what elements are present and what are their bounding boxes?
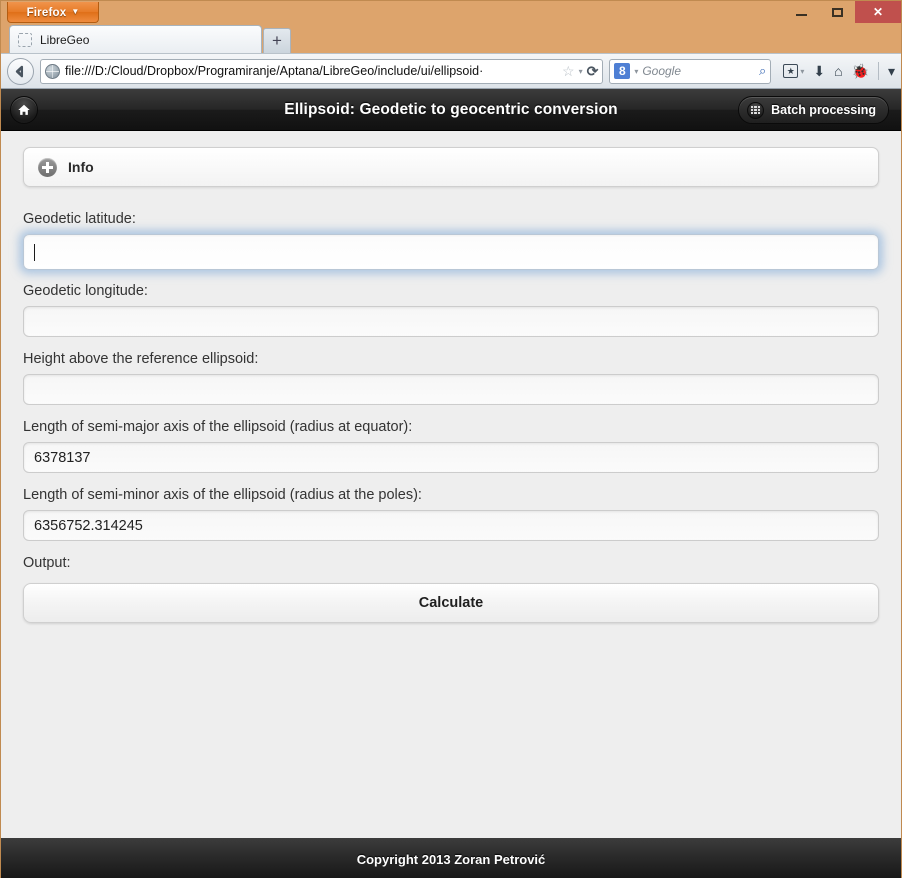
addon-button[interactable]: 🐞 [852, 63, 869, 80]
grid-dots-icon [747, 101, 765, 119]
minimize-button[interactable] [783, 1, 819, 23]
firefox-menu-label: Firefox [26, 7, 67, 19]
label-output: Output: [23, 555, 71, 571]
back-arrow-icon [15, 65, 24, 77]
chevron-down-icon: ▼ [71, 7, 80, 16]
home-icon [18, 104, 30, 115]
title-bar: Firefox ▼ ✕ [1, 1, 901, 23]
search-input[interactable]: Google [642, 64, 755, 78]
app-footer: Copyright 2013 Zoran Petrović [1, 838, 901, 878]
calculate-button-label: Calculate [418, 595, 484, 611]
search-engine-chevron-icon[interactable]: ▾ [634, 67, 638, 76]
chevron-down-icon: ▾ [800, 66, 805, 76]
new-tab-button[interactable]: + [263, 28, 291, 53]
plus-icon: + [272, 31, 282, 50]
toolbar-icons: ★ ▾ ⬇ ⌂ 🐞 ▾ [777, 62, 895, 80]
minimize-icon [795, 14, 807, 16]
home-button[interactable]: ⌂ [834, 63, 842, 79]
navigation-toolbar: file:///D:/Cloud/Dropbox/Programiranje/A… [1, 53, 901, 89]
page-viewport: Ellipsoid: Geodetic to geocentric conver… [1, 89, 901, 878]
url-bar-icons: ☆ ▾ ⟳ [562, 63, 598, 80]
tab-strip: LibreGeo + [1, 23, 901, 53]
tab-label: LibreGeo [40, 32, 90, 47]
url-text: file:///D:/Cloud/Dropbox/Programiranje/A… [65, 64, 484, 78]
search-icon[interactable]: ⌕ [759, 63, 766, 79]
bookmarks-star-icon: ★ [783, 64, 799, 78]
downloads-button[interactable]: ⬇ [813, 63, 825, 80]
label-geodetic-latitude: Geodetic latitude: [23, 211, 136, 227]
calculate-button[interactable]: Calculate [23, 583, 879, 623]
app-header: Ellipsoid: Geodetic to geocentric conver… [1, 89, 901, 131]
batch-processing-button[interactable]: Batch processing [738, 96, 889, 124]
input-geodetic-latitude[interactable] [23, 234, 879, 270]
chevron-down-icon[interactable]: ▾ [579, 67, 583, 76]
maximize-button[interactable] [819, 1, 855, 23]
label-semi-minor-axis: Length of semi-minor axis of the ellipso… [23, 487, 422, 503]
bookmarks-button[interactable]: ★ ▾ [783, 64, 804, 78]
overflow-menu-button[interactable]: ▾ [888, 63, 895, 80]
input-geodetic-longitude[interactable] [23, 306, 879, 337]
toolbar-separator [877, 62, 879, 80]
info-section-label: Info [68, 159, 94, 175]
tab-libregeo[interactable]: LibreGeo [9, 25, 262, 53]
browser-window: Firefox ▼ ✕ LibreGeo + file:///D:/Cloud/D… [0, 0, 902, 878]
label-semi-major-axis: Length of semi-major axis of the ellipso… [23, 419, 413, 435]
google-logo-icon: 8 [614, 63, 631, 79]
batch-processing-label: Batch processing [771, 103, 876, 117]
search-bar[interactable]: 8 ▾ Google ⌕ [609, 58, 772, 84]
firefox-menu-button[interactable]: Firefox ▼ [7, 2, 99, 23]
favicon-placeholder-icon [18, 32, 32, 47]
input-semi-major-axis-value: 6378137 [34, 449, 91, 466]
label-height-above-ellipsoid: Height above the reference ellipsoid: [23, 351, 259, 367]
maximize-icon [831, 7, 843, 17]
label-geodetic-longitude: Geodetic longitude: [23, 283, 148, 299]
url-bar[interactable]: file:///D:/Cloud/Dropbox/Programiranje/A… [40, 58, 604, 84]
close-button[interactable]: ✕ [855, 1, 901, 23]
back-button[interactable] [7, 57, 34, 85]
info-section-toggle[interactable]: Info [23, 147, 879, 187]
window-controls: ✕ [783, 1, 901, 23]
globe-icon [45, 63, 60, 79]
bookmark-star-icon[interactable]: ☆ [562, 63, 575, 80]
reload-icon[interactable]: ⟳ [587, 63, 599, 80]
text-caret [34, 243, 35, 261]
input-semi-minor-axis-value: 6356752.314245 [34, 517, 143, 534]
input-semi-minor-axis[interactable]: 6356752.314245 [23, 510, 879, 541]
plus-circle-icon [38, 157, 57, 177]
form-content: Info Geodetic latitude: Geodetic longitu… [1, 131, 901, 838]
input-semi-major-axis[interactable]: 6378137 [23, 442, 879, 473]
copyright-text: Copyright 2013 Zoran Petrović [356, 851, 546, 867]
app-home-button[interactable] [10, 96, 38, 124]
close-icon: ✕ [872, 5, 884, 19]
input-height-above-ellipsoid[interactable] [23, 374, 879, 405]
